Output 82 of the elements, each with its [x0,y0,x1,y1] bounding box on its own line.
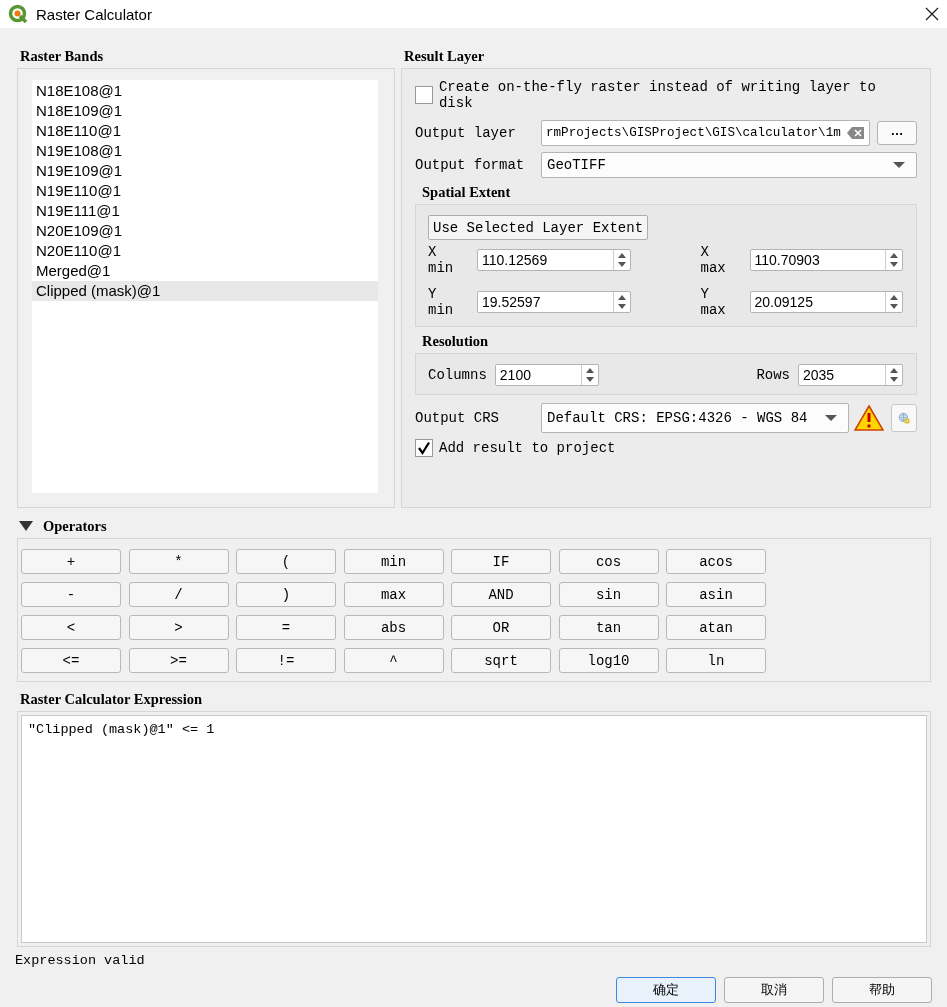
dialog-button[interactable]: 帮助 [832,977,932,1003]
warning-icon [854,404,884,432]
dropdown-arrow-icon [892,161,906,169]
operator-button[interactable]: <= [21,648,121,673]
operator-button[interactable]: ^ [343,648,444,673]
use-extent-button[interactable]: Use Selected Layer Extent [428,215,649,240]
band-item[interactable]: N19E109@1 [32,161,378,181]
field-label: Output CRS [415,410,500,426]
collapse-toggle-icon[interactable] [19,521,33,531]
field-label: Output format [415,157,526,173]
band-item[interactable]: N19E108@1 [32,141,378,161]
number-field[interactable]: 110.70903 [749,249,903,271]
output-path-field[interactable]: rmProjects\GISProject\GIS\calculator\1m [541,120,870,146]
section-title: Spatial Extent [421,184,512,202]
operator-button[interactable]: ) [236,582,336,607]
operator-button[interactable]: != [236,648,336,673]
operator-button[interactable]: asin [666,582,766,607]
number-field[interactable]: 110.12569 [477,249,631,271]
status-text: Expression valid [15,953,146,970]
operator-button[interactable]: log10 [558,648,659,673]
operator-button[interactable]: atan [666,615,766,640]
field-label: Y max [700,286,727,318]
operator-button[interactable]: + [21,549,121,574]
operator-button[interactable]: min [343,549,444,574]
group-title: Result Layer [403,48,486,66]
dialog-button[interactable]: 取消 [724,977,824,1003]
operator-button[interactable]: < [21,615,121,640]
field-label: Y min [428,286,455,318]
band-item[interactable]: N18E110@1 [32,121,378,141]
group-title: Raster Bands [19,48,105,66]
field-label: Output layer [415,125,517,141]
band-item[interactable]: N19E110@1 [32,181,378,201]
operator-button[interactable]: * [128,549,229,574]
operator-button[interactable]: cos [558,549,659,574]
expression-field[interactable]: "Clipped (mask)@1" <= 1 [21,715,927,943]
group-title: Operators [43,517,107,535]
close-icon[interactable] [925,7,939,21]
window-title: Raster Calculator [36,5,153,23]
field-label: X min [428,244,455,276]
operator-button[interactable]: ln [666,648,766,673]
band-item[interactable]: Merged@1 [32,261,378,281]
format-dropdown[interactable]: GeoTIFF [541,152,917,178]
number-field[interactable]: 20.09125 [749,291,903,313]
field-label: Rows [756,367,790,383]
operator-button[interactable]: acos [666,549,766,574]
operator-button[interactable]: max [343,582,444,607]
operator-button[interactable]: AND [451,582,551,607]
operator-button[interactable]: ( [236,549,336,574]
number-field[interactable]: 2100 [494,364,599,386]
band-item[interactable]: N18E108@1 [32,81,378,101]
operator-button[interactable]: sin [558,582,659,607]
number-field[interactable]: 2035 [798,364,903,386]
operator-button[interactable]: / [128,582,229,607]
dialog-button[interactable]: 确定 [616,977,716,1003]
app-logo-icon [8,4,28,24]
number-field[interactable]: 19.52597 [477,291,631,313]
operator-button[interactable]: = [236,615,336,640]
operator-button[interactable]: IF [451,549,551,574]
checkbox-row[interactable]: Add result to project [415,439,917,457]
group-title: Raster Calculator Expression [19,690,204,709]
section-title: Resolution [421,333,490,351]
crs-dropdown[interactable]: Default CRS: EPSG:4326 - WGS 84 [541,403,849,433]
band-item[interactable]: N19E111@1 [32,201,378,221]
field-label: X max [700,244,727,276]
band-item[interactable]: Clipped (mask)@1 [32,281,378,301]
operator-button[interactable]: abs [343,615,444,640]
operator-button[interactable]: OR [451,615,551,640]
operator-button[interactable]: > [128,615,229,640]
band-item[interactable]: N20E110@1 [32,241,378,261]
field-label: Columns [428,367,487,383]
band-item[interactable]: N20E109@1 [32,221,378,241]
band-item[interactable]: N18E109@1 [32,101,378,121]
operator-button[interactable]: - [21,582,121,607]
operator-button[interactable]: tan [558,615,659,640]
checkbox-label: Add result to project [439,440,616,456]
checkbox[interactable] [415,86,433,104]
browse-button[interactable]: … [877,121,917,145]
checkbox[interactable] [415,439,433,457]
clear-icon[interactable] [847,126,865,140]
dropdown-arrow-icon [824,414,838,422]
operator-button[interactable]: >= [128,648,229,673]
operator-button[interactable]: sqrt [451,648,551,673]
